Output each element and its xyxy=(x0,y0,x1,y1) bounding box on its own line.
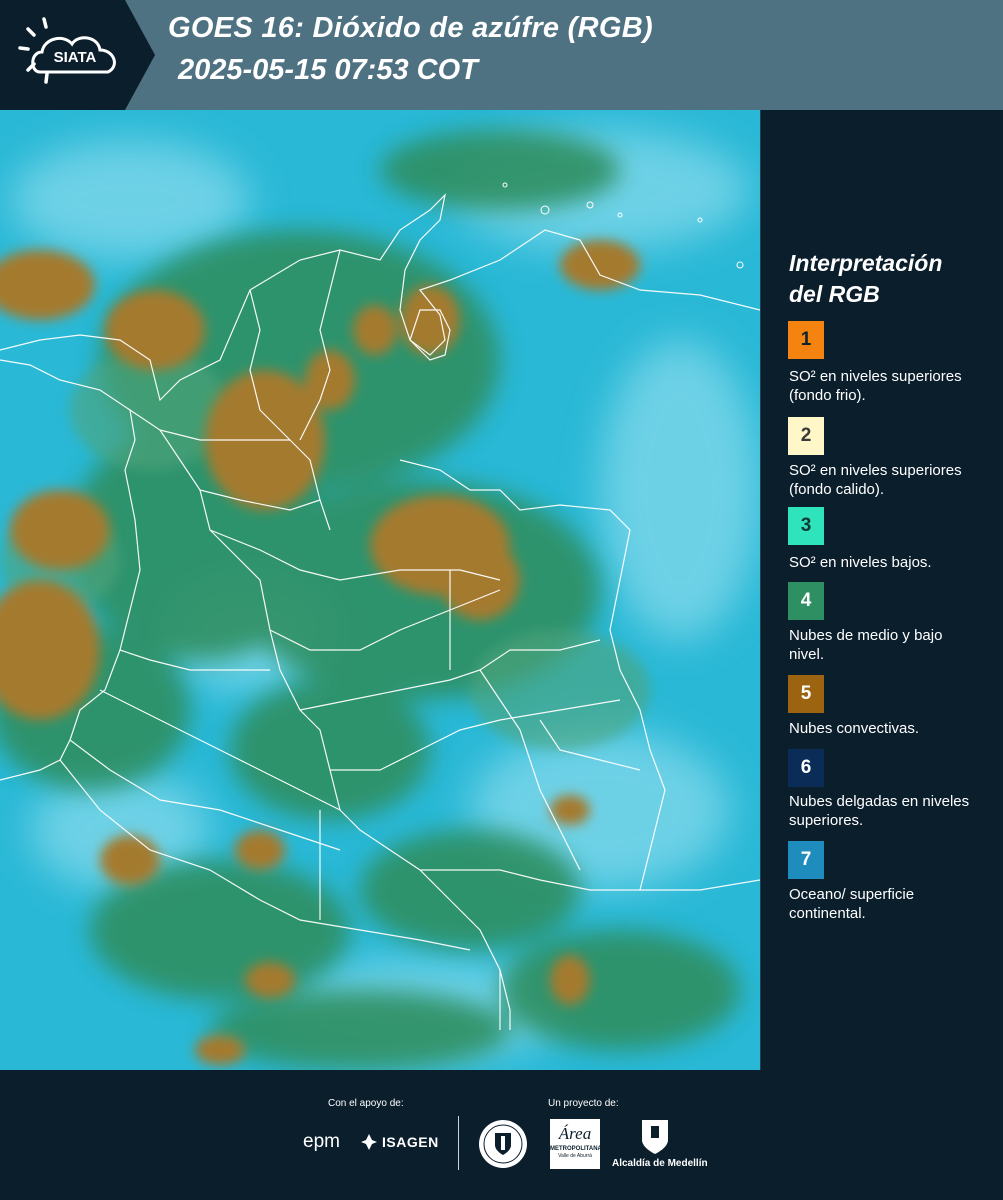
legend-label-1: SO² en niveles superiores (fondo frio). xyxy=(789,368,962,404)
isagen-logo[interactable]: ISAGEN xyxy=(360,1133,439,1151)
satellite-map-image xyxy=(0,110,760,1070)
legend-label-4: Nubes de medio y bajo nivel. xyxy=(789,627,943,663)
legend-swatch-1: 1 xyxy=(788,321,824,359)
legend-swatch-2: 2 xyxy=(788,417,824,455)
legend-swatch-7: 7 xyxy=(788,841,824,879)
area-word: Área xyxy=(558,1124,592,1143)
page-timestamp: 2025-05-15 07:53 COT xyxy=(178,54,478,86)
project-caption: Un proyecto de: xyxy=(548,1098,619,1109)
legend-label-7: Oceano/ superficie continental. xyxy=(789,886,915,922)
legend-title-line2: del RGB xyxy=(789,281,880,307)
siata-logo[interactable]: SIATA xyxy=(0,0,160,110)
medellin-seal-logo[interactable] xyxy=(478,1119,528,1174)
alcaldia-logo[interactable]: Alcaldía de Medellín xyxy=(612,1158,708,1169)
legend-title-line1: Interpretación xyxy=(789,250,943,276)
area-sub: METROPOLITANA xyxy=(550,1146,602,1152)
legend-label-2: SO² en niveles superiores (fondo calido)… xyxy=(789,462,962,498)
logo-text: SIATA xyxy=(54,49,97,66)
legend-swatch-3: 3 xyxy=(788,507,824,545)
legend-panel: Interpretación del RGB 1 SO² en niveles … xyxy=(760,110,1003,1070)
page-title: GOES 16: Dióxido de azúfre (RGB) xyxy=(168,12,653,44)
alcaldia-shield-icon xyxy=(640,1118,670,1161)
area-metropolitana-logo[interactable]: Área METROPOLITANA Valle de Aburrá xyxy=(550,1119,602,1169)
legend-label-5: Nubes convectivas. xyxy=(789,720,920,737)
epm-logo[interactable]: epm xyxy=(303,1131,340,1153)
support-caption: Con el apoyo de: xyxy=(328,1098,404,1109)
legend-label-6: Nubes delgadas en niveles superiores. xyxy=(789,793,970,829)
footer-divider xyxy=(458,1116,459,1170)
legend-label-3: SO² en niveles bajos. xyxy=(789,554,932,571)
legend-swatch-5: 5 xyxy=(788,675,824,713)
footer-bar: Con el apoyo de: Un proyecto de: epm ISA… xyxy=(0,1070,1003,1200)
area-sub2: Valle de Aburrá xyxy=(558,1153,592,1159)
legend-swatch-6: 6 xyxy=(788,749,824,787)
header-bar: SIATA GOES 16: Dióxido de azúfre (RGB) 2… xyxy=(0,0,1003,110)
legend-swatch-4: 4 xyxy=(788,582,824,620)
isagen-mark-icon xyxy=(361,1134,377,1150)
legend-title: Interpretación del RGB xyxy=(789,248,942,310)
isagen-text: ISAGEN xyxy=(382,1134,439,1150)
